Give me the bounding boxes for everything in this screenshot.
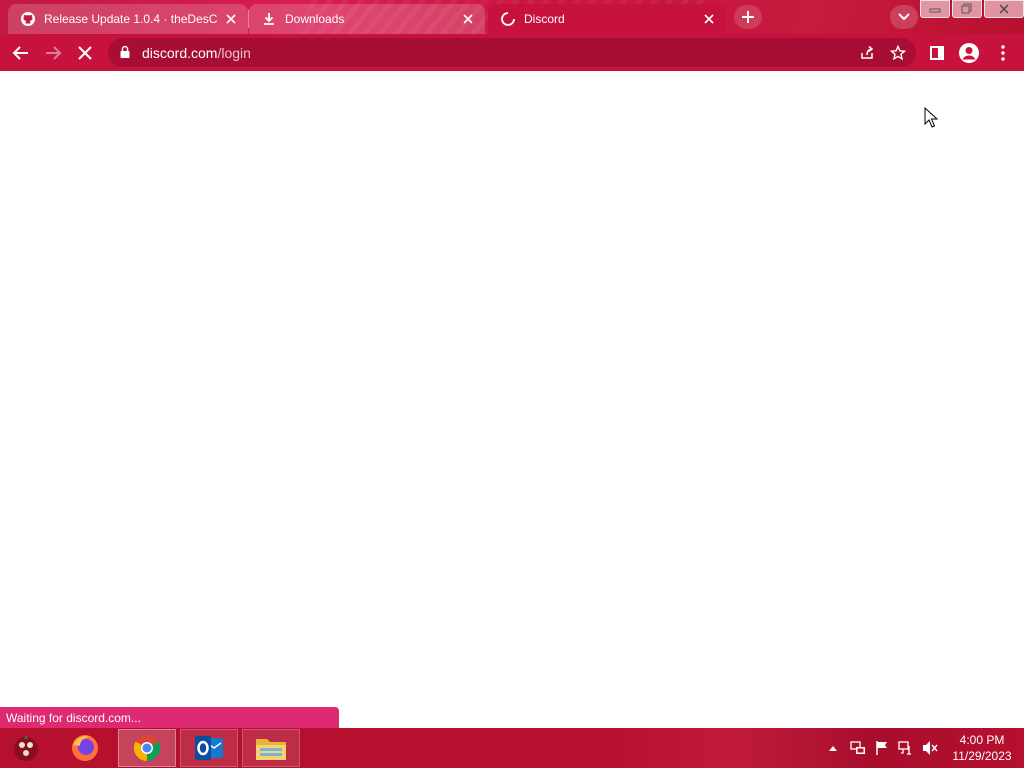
profile-button[interactable]: [954, 38, 984, 68]
menu-button[interactable]: [988, 38, 1018, 68]
url-path: /login: [217, 45, 251, 61]
tab-title: Release Update 1.0.4 · theDesCon: [44, 12, 218, 26]
taskbar-outlook[interactable]: [180, 729, 238, 767]
firefox-icon: [72, 735, 98, 761]
start-orb-icon: [14, 735, 38, 761]
arrow-left-icon: [12, 46, 28, 60]
taskbar-file-explorer[interactable]: [242, 729, 300, 767]
github-icon: [20, 11, 36, 27]
avatar-icon: [959, 43, 979, 63]
tab-release-update[interactable]: Release Update 1.0.4 · theDesCon: [8, 4, 248, 34]
restore-icon: [961, 3, 972, 14]
new-tab-button[interactable]: [734, 5, 762, 29]
taskbar: 4:00 PM 11/29/2023: [0, 728, 1024, 768]
tray-volume[interactable]: [920, 728, 940, 768]
more-vertical-icon: [1001, 45, 1005, 61]
mouse-cursor-icon: [924, 107, 938, 128]
taskbar-firefox[interactable]: [56, 729, 114, 767]
page-content: [0, 71, 1024, 728]
volume-muted-icon: [923, 741, 938, 755]
minimize-button[interactable]: [920, 0, 950, 18]
back-button[interactable]: [6, 38, 36, 68]
taskbar-chrome[interactable]: [118, 729, 176, 767]
tab-title: Downloads: [285, 12, 345, 26]
share-icon: [861, 45, 874, 59]
chrome-icon: [133, 734, 161, 762]
close-window-button[interactable]: [984, 0, 1024, 18]
minimize-icon: [929, 8, 941, 13]
address-bar[interactable]: discord.com/login: [108, 38, 916, 67]
tab-discord[interactable]: Discord: [488, 4, 726, 34]
arrow-right-icon: [46, 46, 62, 60]
status-bubble: Waiting for discord.com...: [0, 707, 339, 728]
browser-toolbar: discord.com/login: [0, 34, 1024, 71]
tray-action-center[interactable]: [872, 728, 892, 768]
forward-button[interactable]: [38, 38, 68, 68]
chevron-down-icon: [898, 13, 910, 21]
clock-time: 4:00 PM: [959, 733, 1005, 747]
clock-date: 11/29/2023: [952, 749, 1012, 763]
side-panel-button[interactable]: [922, 38, 952, 68]
close-tab-icon[interactable]: [222, 10, 240, 28]
lock-icon[interactable]: [118, 45, 132, 59]
stop-loading-button[interactable]: [70, 38, 100, 68]
download-icon: [261, 11, 277, 27]
taskbar-clock[interactable]: 4:00 PM 11/29/2023: [946, 732, 1018, 764]
display-icon: [850, 741, 865, 754]
network-icon: [898, 741, 911, 755]
tab-search-button[interactable]: [890, 5, 918, 29]
window-controls: [918, 0, 1024, 20]
close-icon: [78, 46, 92, 60]
bookmark-button[interactable]: [887, 42, 909, 64]
close-tab-icon[interactable]: [700, 10, 718, 28]
tab-strip: Release Update 1.0.4 · theDesCon Downloa…: [0, 0, 1024, 34]
tray-network[interactable]: [896, 728, 916, 768]
share-button[interactable]: [856, 42, 878, 64]
outlook-icon: [195, 736, 223, 760]
folder-icon: [256, 739, 286, 760]
start-button[interactable]: [6, 730, 46, 766]
close-icon: [999, 4, 1009, 14]
restore-button[interactable]: [952, 0, 982, 18]
tab-downloads[interactable]: Downloads: [249, 4, 485, 34]
show-hidden-icons-button[interactable]: [826, 728, 840, 768]
url-text: discord.com/login: [142, 45, 251, 61]
url-host: discord.com: [142, 45, 218, 61]
tray-display[interactable]: [848, 728, 868, 768]
chevron-up-icon: [829, 746, 837, 751]
star-icon: [890, 45, 906, 61]
tab-title: Discord: [524, 12, 565, 26]
close-tab-icon[interactable]: [459, 10, 477, 28]
loading-spinner-icon: [500, 11, 516, 27]
side-panel-icon: [930, 46, 944, 60]
flag-icon: [876, 741, 887, 755]
plus-icon: [742, 11, 754, 23]
